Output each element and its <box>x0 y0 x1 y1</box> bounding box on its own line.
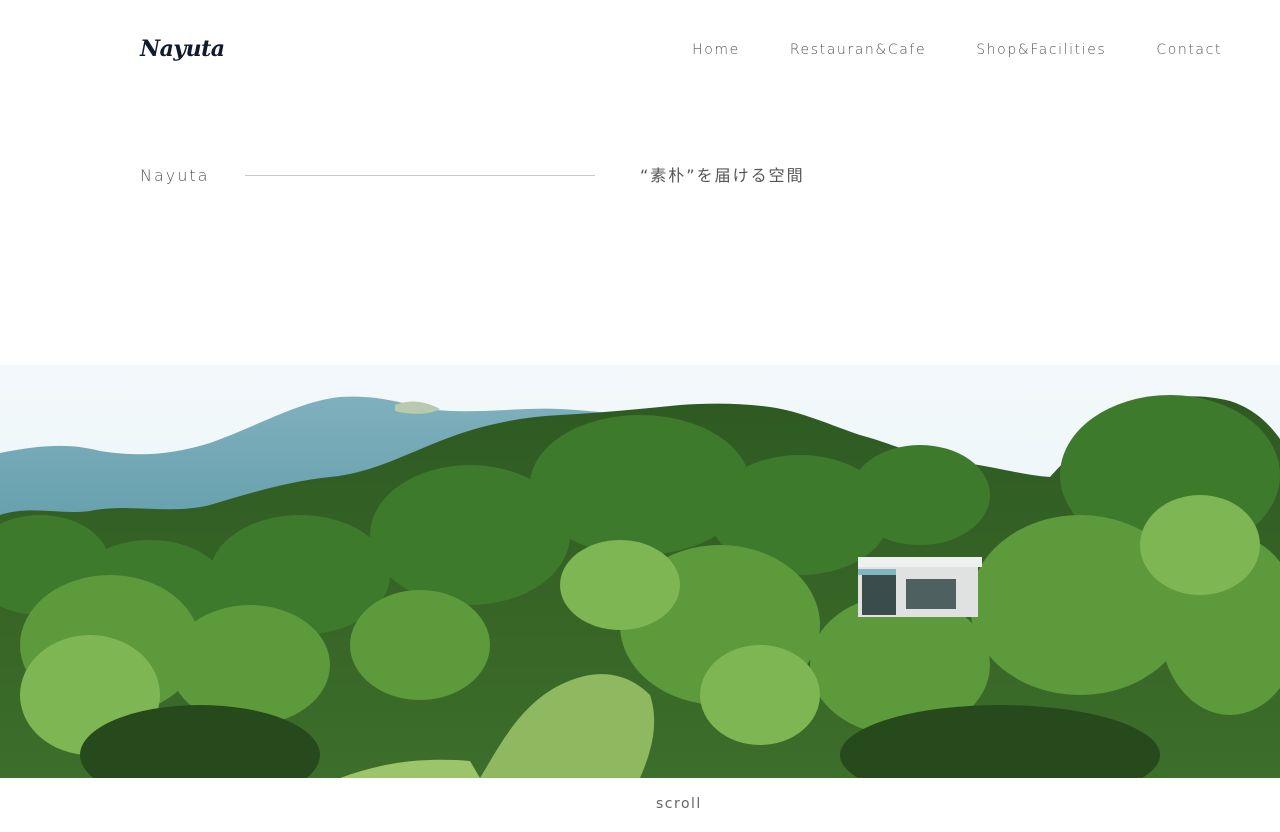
hero-forest-illustration <box>0 365 1280 778</box>
intro-tagline: “素朴”を届ける空間 <box>640 166 805 185</box>
intro-label: Nayuta <box>140 166 210 185</box>
hero-image <box>0 365 1280 778</box>
page: Nayuta Home Restauran&Cafe Shop&Faciliti… <box>0 0 1280 832</box>
nav-restaurant-cafe[interactable]: Restauran&Cafe <box>790 42 926 58</box>
intro-section: Nayuta “素朴”を届ける空間 <box>140 164 1140 188</box>
nav-contact[interactable]: Contact <box>1156 42 1222 58</box>
nav-home[interactable]: Home <box>692 42 740 58</box>
nav-shop-facilities[interactable]: Shop&Facilities <box>976 42 1106 58</box>
main-nav: Home Restauran&Cafe Shop&Facilities Cont… <box>692 40 1222 60</box>
intro-divider <box>245 175 595 176</box>
scroll-label[interactable]: scroll <box>656 794 702 814</box>
white-building <box>858 557 982 617</box>
site-header: Nayuta Home Restauran&Cafe Shop&Faciliti… <box>0 0 1280 100</box>
site-logo[interactable]: Nayuta <box>140 34 225 64</box>
scroll-indicator: scroll <box>0 794 1280 814</box>
